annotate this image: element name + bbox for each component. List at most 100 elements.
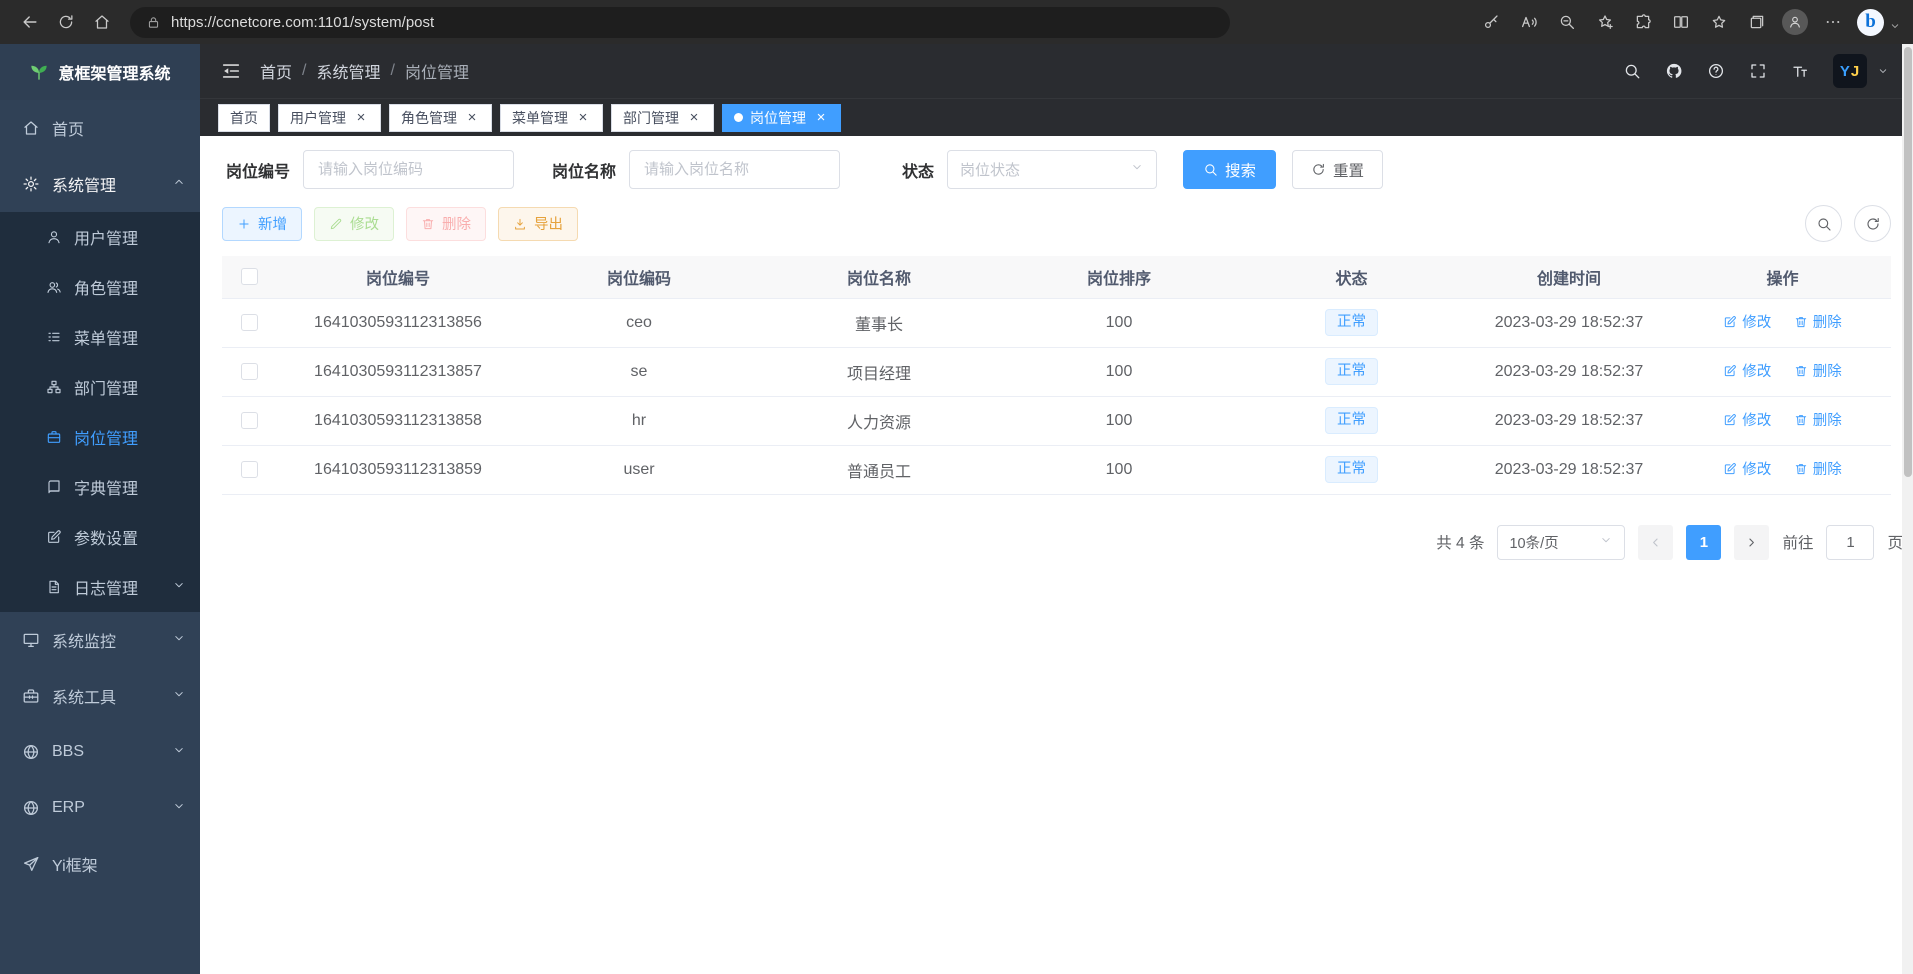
table-header-row: 岗位编号 岗位编码 岗位名称 岗位排序 状态 创建时间 操作 [222, 256, 1891, 298]
sidebar-item-user-mgmt[interactable]: 用户管理 [0, 212, 200, 262]
sidebar-item-role-mgmt[interactable]: 角色管理 [0, 262, 200, 312]
row-edit-button[interactable]: 修改 [1723, 360, 1771, 381]
row-delete-button[interactable]: 删除 [1794, 458, 1842, 479]
scrollbar-thumb[interactable] [1904, 47, 1912, 477]
sidebar-item-post-mgmt[interactable]: 岗位管理 [0, 412, 200, 462]
tab-home[interactable]: 首页 [218, 104, 270, 132]
add-button[interactable]: 新增 [222, 207, 302, 241]
row-checkbox[interactable] [241, 461, 258, 478]
chevron-down-icon[interactable] [1889, 19, 1901, 37]
tab-close-icon[interactable]: × [464, 110, 480, 126]
row-edit-button[interactable]: 修改 [1723, 311, 1771, 332]
status-select[interactable]: 岗位状态 [947, 150, 1157, 189]
breadcrumb-system[interactable]: 系统管理 [316, 59, 380, 83]
reset-button[interactable]: 重置 [1292, 150, 1383, 189]
row-checkbox[interactable] [241, 412, 258, 429]
tab-post-mgmt[interactable]: 岗位管理 × [722, 104, 841, 132]
delete-button[interactable]: 删除 [406, 207, 486, 241]
collections-icon[interactable] [1739, 5, 1774, 39]
sidebar-item-bbs[interactable]: BBS [0, 724, 200, 780]
github-icon[interactable] [1665, 62, 1683, 80]
tab-close-icon[interactable]: × [353, 110, 369, 126]
row-delete-button[interactable]: 删除 [1794, 311, 1842, 332]
user-avatar[interactable]: YJ [1833, 54, 1867, 88]
sidebar-item-dept-mgmt[interactable]: 部门管理 [0, 362, 200, 412]
row-delete-button[interactable]: 删除 [1794, 360, 1842, 381]
sidebar-item-dict-mgmt[interactable]: 字典管理 [0, 462, 200, 512]
breadcrumb-home[interactable]: 首页 [260, 59, 292, 83]
goto-page-input[interactable] [1826, 525, 1874, 560]
row-delete-button[interactable]: 删除 [1794, 409, 1842, 430]
favorite-add-icon[interactable] [1587, 5, 1622, 39]
tab-user-mgmt[interactable]: 用户管理 × [278, 104, 381, 132]
refresh-table-button[interactable] [1854, 205, 1891, 242]
tab-menu-mgmt[interactable]: 菜单管理 × [500, 104, 603, 132]
table-row[interactable]: 1641030593112313859 user 普通员工 100 正常 202… [222, 445, 1891, 494]
url-text[interactable]: https://ccnetcore.com:1101/system/post [171, 14, 434, 31]
select-all-checkbox[interactable] [241, 268, 258, 285]
row-delete-label: 删除 [1813, 458, 1842, 479]
browser-back-button[interactable] [12, 5, 48, 39]
toggle-search-button[interactable] [1805, 205, 1842, 242]
sidebar: 意框架管理系统 首页 系统管理 用户管理 角色管理 菜单管理 [0, 44, 200, 974]
font-size-icon[interactable] [1791, 62, 1809, 80]
tab-close-icon[interactable]: × [686, 110, 702, 126]
sidebar-item-log-mgmt[interactable]: 日志管理 [0, 562, 200, 612]
browser-refresh-button[interactable] [48, 5, 84, 39]
edit-icon [1723, 462, 1737, 476]
sidebar-item-yi-framework[interactable]: Yi框架 [0, 836, 200, 892]
split-screen-icon[interactable] [1663, 5, 1698, 39]
row-checkbox[interactable] [241, 314, 258, 331]
zoom-out-icon[interactable] [1549, 5, 1584, 39]
post-code-input[interactable] [303, 150, 514, 189]
app-navbar: 首页 / 系统管理 / 岗位管理 YJ [200, 44, 1913, 98]
page-number-1[interactable]: 1 [1686, 525, 1721, 560]
row-checkbox[interactable] [241, 363, 258, 380]
table-row[interactable]: 1641030593112313858 hr 人力资源 100 正常 2023-… [222, 396, 1891, 445]
cell-post-name: 普通员工 [759, 445, 999, 494]
table-row[interactable]: 1641030593112313857 se 项目经理 100 正常 2023-… [222, 347, 1891, 396]
browser-home-button[interactable] [84, 5, 120, 39]
tab-role-mgmt[interactable]: 角色管理 × [389, 104, 492, 132]
post-name-input[interactable] [629, 150, 840, 189]
export-button[interactable]: 导出 [498, 207, 578, 241]
tab-close-icon[interactable]: × [575, 110, 591, 126]
favorites-bar-icon[interactable] [1701, 5, 1736, 39]
edit-button[interactable]: 修改 [314, 207, 394, 241]
sidebar-item-param-settings[interactable]: 参数设置 [0, 512, 200, 562]
sidebar-item-system[interactable]: 系统管理 [0, 156, 200, 212]
page-scrollbar[interactable] [1902, 44, 1913, 974]
trash-icon [1794, 364, 1808, 378]
bing-icon[interactable]: b [1857, 9, 1884, 36]
prev-page-button[interactable] [1638, 525, 1673, 560]
row-edit-button[interactable]: 修改 [1723, 458, 1771, 479]
password-key-icon[interactable] [1473, 5, 1508, 39]
sidebar-item-monitor[interactable]: 系统监控 [0, 612, 200, 668]
cell-created-time: 2023-03-29 18:52:37 [1464, 396, 1674, 445]
header-search-icon[interactable] [1623, 62, 1641, 80]
help-icon[interactable] [1707, 62, 1725, 80]
search-button[interactable]: 搜索 [1183, 150, 1276, 189]
read-aloud-icon[interactable] [1511, 5, 1546, 39]
fullscreen-icon[interactable] [1749, 62, 1767, 80]
row-edit-button[interactable]: 修改 [1723, 409, 1771, 430]
address-bar[interactable]: https://ccnetcore.com:1101/system/post [130, 7, 1230, 38]
sidebar-item-home[interactable]: 首页 [0, 100, 200, 156]
tab-close-icon[interactable]: × [813, 110, 829, 126]
browser-menu-icon[interactable] [1815, 5, 1850, 39]
page-size-select[interactable]: 10条/页 [1497, 525, 1625, 560]
post-code-label: 岗位编号 [222, 158, 290, 182]
extensions-icon[interactable] [1625, 5, 1660, 39]
sidebar-item-menu-mgmt[interactable]: 菜单管理 [0, 312, 200, 362]
app-logo[interactable]: 意框架管理系统 [0, 44, 200, 100]
sidebar-item-tools[interactable]: 系统工具 [0, 668, 200, 724]
tab-dept-mgmt[interactable]: 部门管理 × [611, 104, 714, 132]
sidebar-item-erp[interactable]: ERP [0, 780, 200, 836]
avatar-caret-icon[interactable] [1877, 65, 1889, 77]
browser-profile-avatar[interactable] [1777, 5, 1812, 39]
sidebar-item-label: 岗位管理 [74, 425, 138, 449]
sidebar-fold-icon[interactable] [220, 60, 242, 82]
next-page-button[interactable] [1734, 525, 1769, 560]
edit-button-label: 修改 [350, 213, 379, 234]
table-row[interactable]: 1641030593112313856 ceo 董事长 100 正常 2023-… [222, 298, 1891, 347]
